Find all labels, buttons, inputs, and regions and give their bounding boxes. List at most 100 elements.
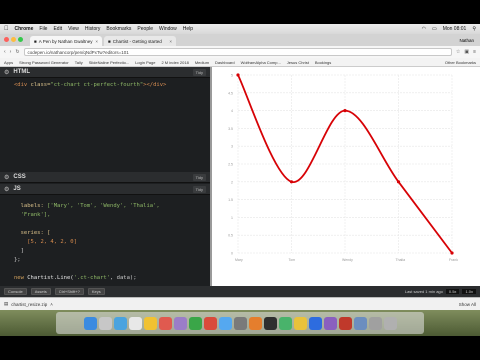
app-icon[interactable] [353, 316, 367, 330]
menu-edit[interactable]: Edit [53, 26, 62, 32]
tab-codepen[interactable]: ■ A Pen by Nathan Gwaltney × [30, 36, 102, 46]
app-icon[interactable] [338, 316, 352, 330]
close-tab-icon[interactable]: × [95, 39, 98, 44]
menubar-clock[interactable]: Mon 08:01 [443, 26, 467, 32]
wifi-icon[interactable]: ◠ [422, 26, 426, 32]
bookmark-item[interactable]: Login Page [135, 60, 155, 65]
star-icon[interactable]: ☆ [456, 49, 460, 55]
dock [56, 312, 424, 334]
system-preferences-icon[interactable] [233, 316, 247, 330]
app-store-icon[interactable] [218, 316, 232, 330]
app-icon[interactable] [248, 316, 262, 330]
y-tick-label: 4 [231, 109, 233, 113]
address-toolbar: ‹ › ↻ codepen.io/nathancorp/pen/qNdPxTw?… [0, 46, 480, 58]
url-text: codepen.io/nathancorp/pen/qNdPxTw?editor… [27, 49, 129, 55]
y-tick-label: 3.5 [228, 127, 233, 131]
spotlight-icon[interactable]: ⚲ [472, 26, 476, 32]
zoom-half[interactable]: 0.5x [445, 289, 460, 294]
close-window-icon[interactable] [4, 37, 9, 42]
safari-icon[interactable] [113, 316, 127, 330]
menu-bookmarks[interactable]: Bookmarks [106, 26, 131, 32]
launchpad-icon[interactable] [98, 316, 112, 330]
bookmark-item[interactable]: Dashboard [215, 60, 235, 65]
html-pane-header[interactable]: ⚙ HTML Tidy [0, 67, 210, 78]
menu-icon[interactable]: ≡ [473, 49, 476, 55]
js-code[interactable]: labels: ['Mary', 'Tom', 'Wendy', 'Thalia… [0, 202, 210, 283]
bookmark-item[interactable]: Strong Password Generator [19, 60, 69, 65]
bookmark-item[interactable]: Bookings [315, 60, 331, 65]
bookmark-item[interactable]: 2 M index 2018 [161, 60, 188, 65]
messages-icon[interactable] [188, 316, 202, 330]
trash-icon[interactable] [383, 316, 397, 330]
forward-icon[interactable]: › [10, 49, 12, 55]
assets-button[interactable]: Assets [30, 288, 51, 295]
result-pane: 5 4.5 4 3.5 3 2.5 2 1.5 1 0.5 0 Mary Tom Wendy Thalia F… [210, 67, 480, 286]
line-chart: 5 4.5 4 3.5 3 2.5 2 1.5 1 0.5 0Mary Tom Wendy Thalia F… [228, 73, 458, 262]
bookmark-item[interactable]: Medium [195, 60, 209, 65]
menu-help[interactable]: Help [183, 26, 193, 32]
menu-people[interactable]: People [137, 26, 153, 32]
menu-chrome[interactable]: Chrome [15, 26, 34, 32]
x-tick-label: Tom [289, 258, 296, 262]
chevron-up-icon[interactable]: ˄ [50, 302, 53, 307]
bookmark-item[interactable]: SlideNaline Perfectio... [89, 60, 129, 65]
app-icon[interactable] [323, 316, 337, 330]
bookmarks-bar: Apps Strong Password Generator Tally Sli… [0, 58, 480, 67]
bookmark-item[interactable]: Tally [75, 60, 83, 65]
code-line: }; [14, 257, 21, 263]
css-pane-header[interactable]: ⚙ CSS Tidy [0, 172, 210, 183]
console-button[interactable]: Console [4, 288, 27, 295]
settings-gear-icon[interactable]: ⚙ [4, 186, 9, 193]
letterbox-bottom [0, 336, 480, 360]
settings-gear-icon[interactable]: ⚙ [4, 174, 9, 181]
zoom-full[interactable]: 1.0x [462, 289, 476, 294]
bookmark-apps[interactable]: Apps [4, 60, 13, 65]
downloads-stack-icon[interactable] [368, 316, 382, 330]
chrome-icon[interactable] [293, 316, 307, 330]
minimize-window-icon[interactable] [11, 37, 16, 42]
js-pane-header[interactable]: ⚙ JS Tidy [0, 184, 210, 195]
mail-icon[interactable] [128, 316, 142, 330]
app-icon[interactable] [278, 316, 292, 330]
itunes-icon[interactable] [203, 316, 217, 330]
profile-name[interactable]: Nathan [453, 36, 480, 45]
code-line: new Chartist.Line('.ct-chart', data); [14, 275, 137, 281]
settings-gear-icon[interactable]: ⚙ [4, 69, 9, 76]
notes-icon[interactable] [143, 316, 157, 330]
y-tick-label: 4.5 [228, 91, 233, 95]
menu-file[interactable]: File [39, 26, 47, 32]
back-icon[interactable]: ‹ [4, 49, 6, 55]
x-tick-label: Thalia [396, 258, 406, 262]
battery-icon[interactable]: ▭ [432, 26, 437, 32]
data-point [236, 73, 240, 77]
shortcuts-button[interactable]: Ctrl+Shift+? [54, 288, 84, 295]
css-pane-title: CSS [13, 174, 26, 180]
apple-menu-icon[interactable]:  [4, 26, 9, 32]
app-icon[interactable] [308, 316, 322, 330]
y-tick-label: 2 [231, 180, 233, 184]
bookmark-item[interactable]: Jesus Christ [287, 60, 309, 65]
html-tidy-button[interactable]: Tidy [192, 68, 206, 76]
menu-history[interactable]: History [85, 26, 101, 32]
keys-button[interactable]: Keys [87, 288, 105, 295]
terminal-icon[interactable] [263, 316, 277, 330]
download-item[interactable]: ▤ chartist_resize.zip ˄ [4, 301, 53, 307]
y-tick-label: 5 [231, 74, 233, 78]
url-field[interactable]: codepen.io/nathancorp/pen/qNdPxTw?editor… [23, 48, 452, 56]
calendar-icon[interactable] [158, 316, 172, 330]
menu-window[interactable]: Window [159, 26, 177, 32]
bookmark-item[interactable]: WolframAlpha Comp... [241, 60, 281, 65]
js-tidy-button[interactable]: Tidy [192, 185, 206, 193]
reload-icon[interactable]: ↻ [15, 49, 19, 55]
html-code[interactable]: <div class="ct-chart ct-perfect-fourth">… [0, 81, 210, 90]
show-all-downloads[interactable]: Show All [459, 302, 476, 307]
finder-icon[interactable] [83, 316, 97, 330]
close-tab-icon[interactable]: × [169, 39, 172, 44]
tab-chartist[interactable]: ■ Chartist - Getting started × [104, 36, 176, 46]
photos-icon[interactable] [173, 316, 187, 330]
other-bookmarks[interactable]: Other Bookmarks [445, 60, 476, 65]
css-tidy-button[interactable]: Tidy [192, 173, 206, 181]
menu-view[interactable]: View [68, 26, 79, 32]
extension-icon[interactable]: ▣ [464, 49, 469, 55]
zoom-window-icon[interactable] [18, 37, 23, 42]
